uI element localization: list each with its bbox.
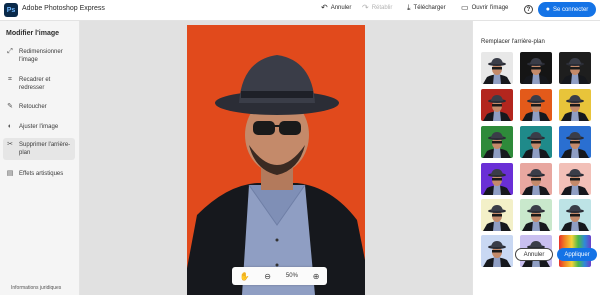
- background-thumbnail[interactable]: [520, 163, 552, 195]
- image-canvas[interactable]: ✋ ⊖ 50% ⊕: [80, 21, 472, 295]
- adjust-icon: ◐: [7, 123, 13, 130]
- background-thumbnail[interactable]: [481, 199, 513, 231]
- zoom-in-icon[interactable]: ⊕: [313, 272, 320, 281]
- background-thumbnail[interactable]: [481, 163, 513, 195]
- redo-label: Rétablir: [371, 5, 393, 11]
- legal-info-link[interactable]: Informations juridiques: [11, 285, 61, 291]
- sidebar-item-adjust[interactable]: ◐ Ajuster l'image: [3, 120, 75, 134]
- background-thumbnail[interactable]: [481, 235, 513, 267]
- background-thumbnail[interactable]: [520, 126, 552, 158]
- sidebar-item-label: Redimensionner l'image: [19, 49, 63, 63]
- sidebar-item-label: Ajuster l'image: [19, 124, 59, 130]
- undo-button[interactable]: ↶ Annuler: [321, 4, 351, 12]
- sidebar-item-label: Effets artistiques: [19, 171, 64, 177]
- photoshop-logo: Ps: [4, 3, 18, 17]
- help-icon[interactable]: ?: [524, 5, 533, 14]
- background-thumbnail[interactable]: [559, 163, 591, 195]
- background-thumbnail[interactable]: [481, 89, 513, 121]
- sidebar-item-retouch[interactable]: ✎ Retoucher: [3, 100, 75, 114]
- replace-background-panel: Remplacer l'arrière-plan Annuler Appliqu…: [472, 21, 600, 295]
- sidebar-item-label: Retoucher: [19, 104, 47, 110]
- panel-heading: Remplacer l'arrière-plan: [481, 39, 545, 45]
- background-thumbnail[interactable]: [520, 89, 552, 121]
- edited-photo: [187, 25, 365, 295]
- edit-sidebar: Modifier l'image ⤢ Redimensionner l'imag…: [0, 21, 80, 295]
- background-thumbnail[interactable]: [559, 52, 591, 84]
- background-thumbnail[interactable]: [481, 126, 513, 158]
- signin-label: Se connecter: [552, 6, 589, 13]
- crop-icon: ⌗: [8, 76, 12, 83]
- resize-icon: ⤢: [7, 48, 13, 55]
- sidebar-item-label: Supprimer l'arrière-plan: [19, 142, 71, 156]
- portrait-illustration: [187, 55, 365, 295]
- sidebar-item-resize[interactable]: ⤢ Redimensionner l'image: [3, 45, 75, 67]
- open-image-label: Ouvrir l'image: [471, 5, 509, 11]
- background-thumbnail[interactable]: [559, 89, 591, 121]
- background-thumbnail[interactable]: [559, 199, 591, 231]
- user-icon: ●: [545, 6, 550, 13]
- download-label: Télécharger: [413, 5, 446, 11]
- open-image-button[interactable]: ▭ Ouvrir l'image: [461, 4, 508, 12]
- background-thumbnail[interactable]: [481, 52, 513, 84]
- download-button[interactable]: ⤓ Télécharger: [407, 4, 446, 12]
- remove-background-icon: ✂: [7, 141, 13, 148]
- image-icon: ▭: [461, 3, 469, 12]
- sidebar-item-remove-background[interactable]: ✂ Supprimer l'arrière-plan: [3, 138, 75, 160]
- background-thumbnail[interactable]: [559, 126, 591, 158]
- app-title: Adobe Photoshop Express: [22, 5, 105, 12]
- retouch-icon: ✎: [7, 103, 13, 110]
- undo-icon: ↶: [321, 3, 328, 12]
- undo-label: Annuler: [330, 5, 352, 11]
- background-thumbnail[interactable]: [520, 52, 552, 84]
- redo-icon: ↷: [362, 3, 369, 12]
- cancel-button[interactable]: Annuler: [515, 248, 553, 261]
- zoom-out-icon[interactable]: ⊖: [264, 272, 271, 281]
- zoom-level: 50%: [285, 273, 298, 279]
- background-thumbnail[interactable]: [520, 199, 552, 231]
- zoom-toolbar: ✋ ⊖ 50% ⊕: [232, 267, 327, 285]
- download-icon: ⤓: [407, 3, 411, 12]
- sidebar-item-artistic-effects[interactable]: ▤ Effets artistiques: [3, 167, 75, 181]
- top-bar: Ps Adobe Photoshop Express ↶ Annuler ↷ R…: [0, 0, 600, 21]
- sidebar-heading: Modifier l'image: [6, 30, 60, 37]
- hand-pan-icon[interactable]: ✋: [239, 272, 249, 281]
- artistic-effects-icon: ▤: [6, 170, 14, 177]
- apply-button[interactable]: Appliquer: [557, 248, 597, 261]
- sidebar-item-crop[interactable]: ⌗ Recadrer et redresser: [3, 73, 75, 95]
- redo-button[interactable]: ↷ Rétablir: [362, 4, 392, 12]
- signin-button[interactable]: ● Se connecter: [538, 2, 596, 17]
- sidebar-item-label: Recadrer et redresser: [19, 77, 51, 91]
